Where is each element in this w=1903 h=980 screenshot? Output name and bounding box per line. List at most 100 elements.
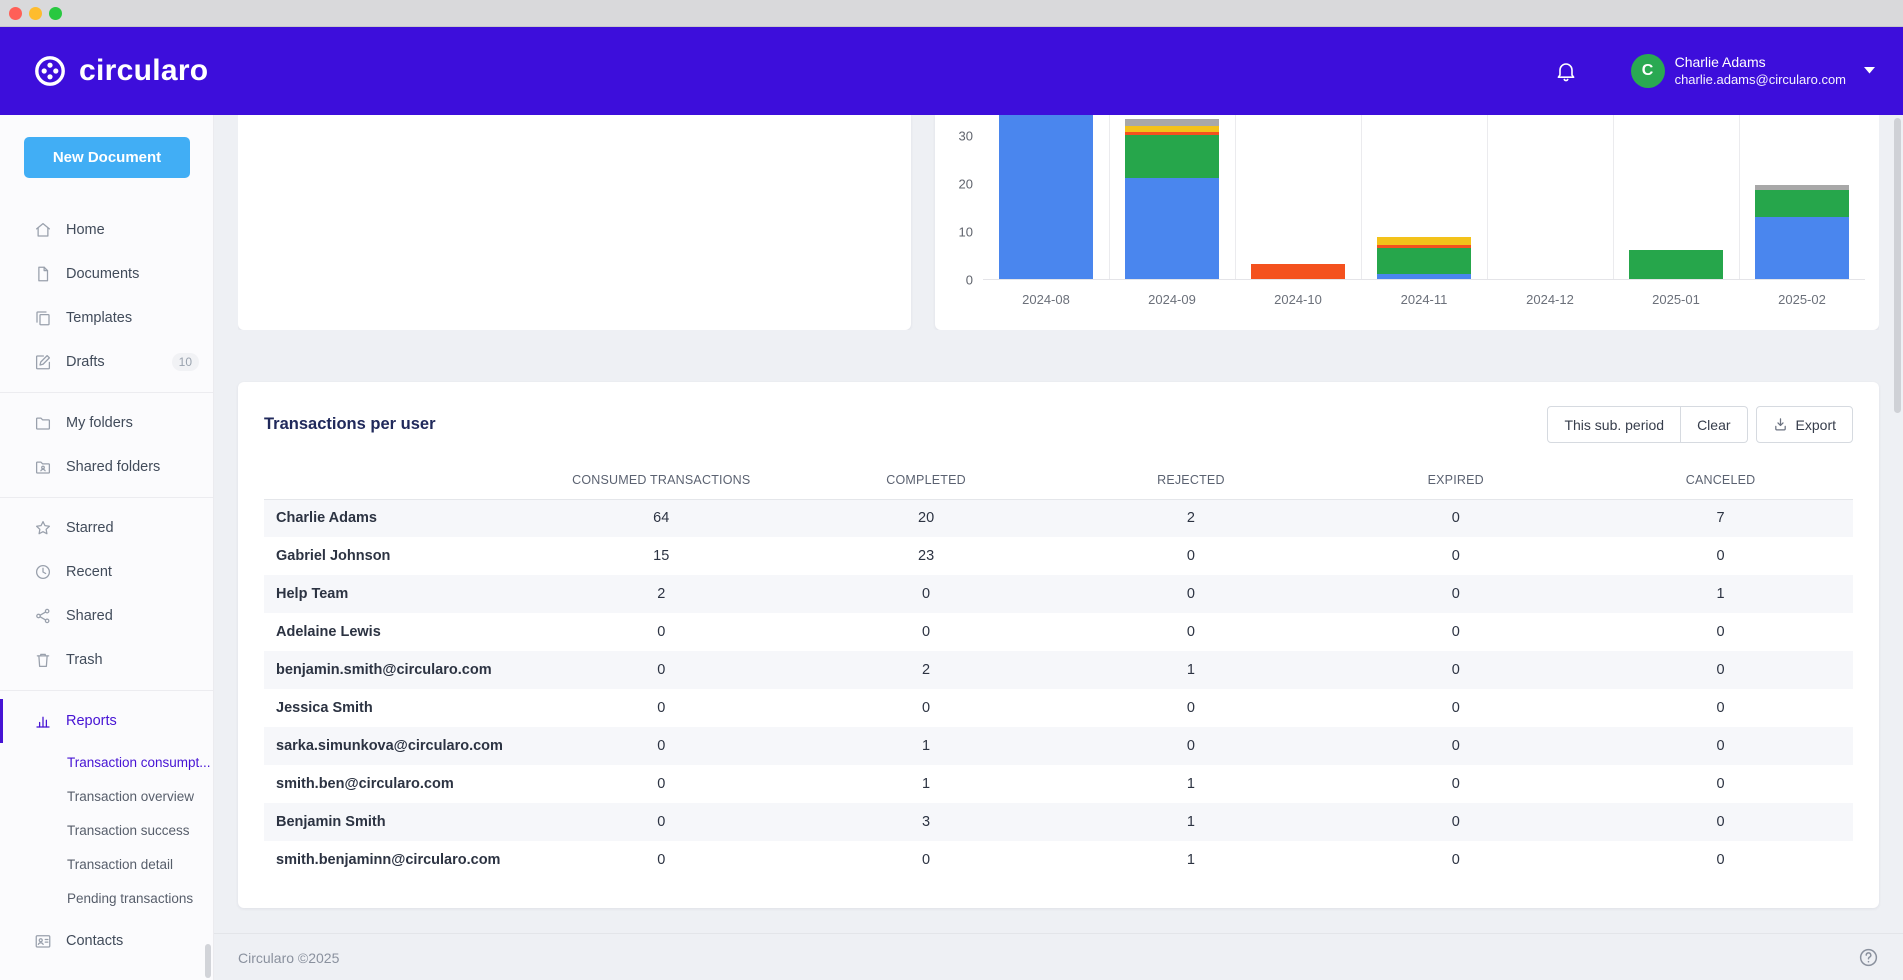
y-tick-label: 20 [959, 178, 973, 191]
value-cell: 0 [1323, 537, 1588, 575]
user-menu[interactable]: C Charlie Adams charlie.adams@circularo.… [1631, 53, 1875, 88]
sidebar-item-shared-folders[interactable]: Shared folders [0, 445, 213, 489]
logo[interactable]: circularo [32, 53, 208, 89]
value-cell: 0 [1058, 613, 1323, 651]
sidebar-item-label: Reports [66, 713, 199, 729]
copyright-text: Circularo ©2025 [238, 950, 339, 966]
bar-stack-2024-10 [1235, 264, 1361, 279]
value-cell: 0 [794, 841, 1059, 879]
window-minimize-button[interactable] [29, 7, 42, 20]
y-tick-label: 30 [959, 130, 973, 143]
subitem-pending-transactions[interactable]: Pending transactions [0, 881, 213, 915]
window-zoom-button[interactable] [49, 7, 62, 20]
user-name-cell: Help Team [264, 575, 529, 613]
header-right: C Charlie Adams charlie.adams@circularo.… [1545, 50, 1875, 92]
sidebar-item-documents[interactable]: Documents [0, 252, 213, 296]
x-tick-label: 2024-12 [1487, 292, 1613, 307]
value-cell: 1 [1058, 765, 1323, 803]
new-document-button[interactable]: New Document [24, 137, 190, 178]
sidebar-item-contacts[interactable]: Contacts [0, 919, 213, 963]
export-button[interactable]: Export [1756, 406, 1853, 443]
chart-plot [983, 115, 1865, 280]
clear-button[interactable]: Clear [1681, 406, 1747, 443]
value-cell: 0 [529, 841, 794, 879]
sidebar-item-label: Trash [66, 652, 199, 668]
user-name-cell: Charlie Adams [264, 499, 529, 537]
avatar: C [1631, 54, 1665, 88]
clock-icon [34, 563, 52, 581]
bar-segment-green [1377, 248, 1470, 274]
sidebar-item-label: Drafts [66, 354, 158, 370]
user-name-cell: Benjamin Smith [264, 803, 529, 841]
sidebar-item-home[interactable]: Home [0, 208, 213, 252]
subitem-transaction-success[interactable]: Transaction success [0, 813, 213, 847]
report-icon [34, 712, 52, 730]
value-cell: 0 [1323, 841, 1588, 879]
sidebar-item-label: Contacts [66, 933, 199, 949]
value-cell: 0 [1588, 803, 1853, 841]
bar-segment-blue [1125, 178, 1218, 279]
value-cell: 0 [794, 689, 1059, 727]
user-name-cell: Jessica Smith [264, 689, 529, 727]
user-name-cell: Adelaine Lewis [264, 613, 529, 651]
shared-folder-icon [34, 458, 52, 476]
value-cell: 1 [1058, 841, 1323, 879]
subitem-transaction-overview[interactable]: Transaction overview [0, 779, 213, 813]
sidebar-item-starred[interactable]: Starred [0, 506, 213, 550]
subitem-transaction-consumption[interactable]: Transaction consumpt... [0, 745, 213, 779]
help-button[interactable] [1858, 947, 1879, 968]
page-scrollbar[interactable] [1894, 118, 1901, 413]
value-cell: 1 [1058, 651, 1323, 689]
value-cell: 0 [1323, 727, 1588, 765]
trash-icon [34, 651, 52, 669]
value-cell: 0 [529, 613, 794, 651]
user-name-cell: sarka.simunkova@circularo.com [264, 727, 529, 765]
sidebar-scrollbar[interactable] [205, 944, 211, 978]
user-name-cell: smith.ben@circularo.com [264, 765, 529, 803]
value-cell: 0 [1323, 803, 1588, 841]
value-cell: 0 [1058, 689, 1323, 727]
value-cell: 0 [1588, 727, 1853, 765]
share-icon [34, 607, 52, 625]
user-name-cell: smith.benjaminn@circularo.com [264, 841, 529, 879]
sidebar-item-templates[interactable]: Templates [0, 296, 213, 340]
reports-subnav: Transaction consumpt... Transaction over… [0, 743, 213, 919]
sidebar-item-trash[interactable]: Trash [0, 638, 213, 682]
table-row: Help Team 2 0 0 0 1 [264, 575, 1853, 613]
user-meta: Charlie Adams charlie.adams@circularo.co… [1675, 53, 1846, 88]
bar-stack-2024-11 [1361, 237, 1487, 279]
sidebar-item-label: Shared folders [66, 459, 199, 475]
table-row: Adelaine Lewis 0 0 0 0 0 [264, 613, 1853, 651]
value-cell: 1 [794, 765, 1059, 803]
sidebar-item-recent[interactable]: Recent [0, 550, 213, 594]
value-cell: 0 [1588, 765, 1853, 803]
question-icon [1858, 947, 1879, 968]
sidebar-item-label: Shared [66, 608, 199, 624]
value-cell: 0 [1323, 613, 1588, 651]
bar-segment-blue [999, 115, 1092, 279]
table-row: smith.benjaminn@circularo.com 0 0 1 0 0 [264, 841, 1853, 879]
value-cell: 0 [1323, 689, 1588, 727]
subitem-transaction-detail[interactable]: Transaction detail [0, 847, 213, 881]
column-header: COMPLETED [794, 461, 1059, 499]
value-cell: 2 [529, 575, 794, 613]
window-close-button[interactable] [9, 7, 22, 20]
sidebar-item-my-folders[interactable]: My folders [0, 401, 213, 445]
user-name-cell: Gabriel Johnson [264, 537, 529, 575]
circularo-logo-icon [32, 53, 68, 89]
sub-period-button[interactable]: This sub. period [1547, 406, 1681, 443]
bar-segment-gray [1125, 119, 1218, 126]
sidebar-item-label: Templates [66, 310, 199, 326]
window-titlebar [0, 0, 1903, 27]
bar-segment-blue [1377, 274, 1470, 279]
sidebar-item-shared[interactable]: Shared [0, 594, 213, 638]
sidebar-item-drafts[interactable]: Drafts 10 [0, 340, 213, 384]
notifications-button[interactable] [1545, 50, 1587, 92]
value-cell: 0 [1588, 613, 1853, 651]
value-cell: 2 [1058, 499, 1323, 537]
user-name-cell: benjamin.smith@circularo.com [264, 651, 529, 689]
x-tick-label: 2024-11 [1361, 292, 1487, 307]
column-header: REJECTED [1058, 461, 1323, 499]
page-footer: Circularo ©2025 [214, 933, 1903, 968]
sidebar-item-reports[interactable]: Reports [0, 699, 213, 743]
